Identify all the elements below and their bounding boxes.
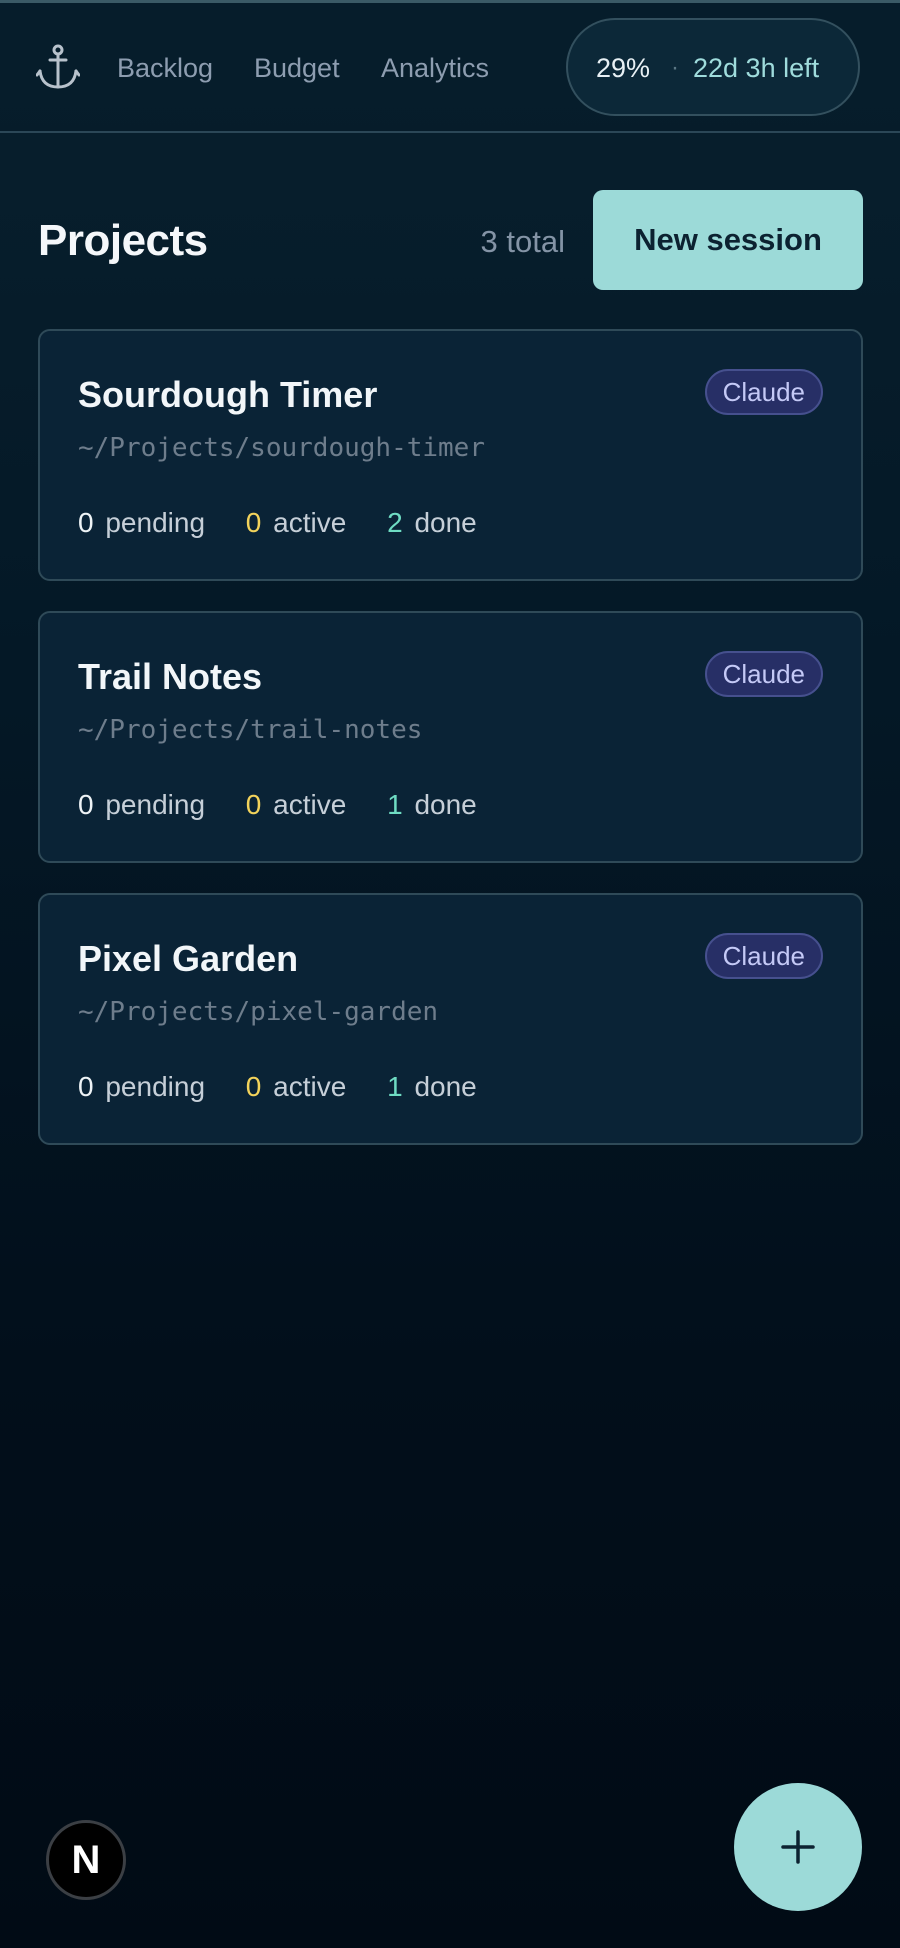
- pending-label: pending: [105, 789, 206, 820]
- done-stat: 1 done: [387, 787, 477, 823]
- project-name: Sourdough Timer: [78, 374, 378, 415]
- avatar[interactable]: N: [46, 1820, 126, 1900]
- usage-time-left: 22d 3h left: [693, 53, 820, 83]
- project-name: Trail Notes: [78, 656, 263, 697]
- pending-stat: 0 pending: [78, 1069, 205, 1105]
- usage-pill[interactable]: 29% · 22d 3h left: [566, 18, 860, 116]
- project-stats: 0 pending 0 active 1 done: [78, 1069, 510, 1105]
- project-card-pixel-garden[interactable]: Pixel Garden Claude ~/Projects/pixel-gar…: [38, 893, 863, 1145]
- pending-label: pending: [105, 507, 206, 538]
- anchor-icon[interactable]: [36, 43, 80, 91]
- project-stats: 0 pending 0 active 1 done: [78, 787, 510, 823]
- pending-count: 0: [78, 1071, 94, 1102]
- active-count: 0: [245, 507, 262, 538]
- agent-badge: Claude: [704, 651, 823, 697]
- project-stats: 0 pending 0 active 2 done: [78, 505, 510, 541]
- pending-stat: 0 pending: [78, 505, 205, 541]
- project-card-trail-notes[interactable]: Trail Notes Claude ~/Projects/trail-note…: [38, 611, 863, 863]
- done-stat: 2 done: [387, 505, 477, 541]
- page-title: Projects: [38, 216, 208, 265]
- nav-budget[interactable]: Budget: [254, 51, 340, 85]
- done-label: done: [414, 507, 477, 538]
- done-stat: 1 done: [387, 1069, 477, 1105]
- pending-stat: 0 pending: [78, 787, 205, 823]
- project-path: ~/Projects/sourdough-timer: [78, 433, 485, 463]
- active-count: 0: [245, 789, 262, 820]
- project-path: ~/Projects/pixel-garden: [78, 997, 439, 1027]
- active-stat: 0 active: [246, 505, 347, 541]
- done-label: done: [414, 789, 477, 820]
- nav-analytics[interactable]: Analytics: [381, 51, 489, 85]
- pending-label: pending: [105, 1071, 206, 1102]
- project-path: ~/Projects/trail-notes: [78, 715, 423, 745]
- agent-badge: Claude: [704, 933, 823, 979]
- done-count: 1: [387, 1071, 403, 1102]
- usage-percent: 29%: [596, 53, 651, 83]
- active-stat: 0 active: [246, 1069, 347, 1105]
- projects-total-count: 3 total: [480, 224, 565, 259]
- done-count: 1: [387, 789, 403, 820]
- active-label: active: [273, 1071, 347, 1102]
- top-bar: Backlog Budget Analytics 29% · 22d 3h le…: [0, 3, 900, 133]
- add-button[interactable]: [734, 1783, 862, 1911]
- new-session-button[interactable]: New session: [593, 190, 863, 290]
- project-name: Pixel Garden: [78, 938, 299, 979]
- project-card-sourdough-timer[interactable]: Sourdough Timer Claude ~/Projects/sourdo…: [38, 329, 863, 581]
- plus-icon: [781, 1830, 815, 1864]
- pending-count: 0: [78, 789, 94, 820]
- done-count: 2: [387, 507, 403, 538]
- usage-separator: ·: [671, 54, 679, 81]
- active-stat: 0 active: [246, 787, 347, 823]
- active-label: active: [273, 507, 347, 538]
- active-label: active: [273, 789, 347, 820]
- pending-count: 0: [78, 507, 94, 538]
- done-label: done: [414, 1071, 477, 1102]
- nav-backlog[interactable]: Backlog: [117, 51, 213, 85]
- active-count: 0: [245, 1071, 262, 1102]
- agent-badge: Claude: [704, 369, 823, 415]
